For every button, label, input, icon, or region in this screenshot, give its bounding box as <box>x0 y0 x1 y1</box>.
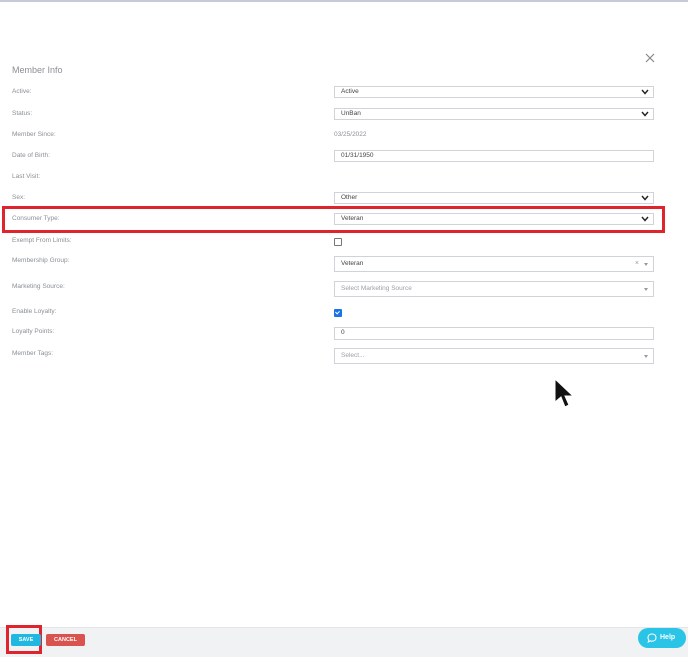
caret-down-icon <box>644 263 648 266</box>
marketing-source-label: Marketing Source: <box>12 283 65 290</box>
enable-loyalty-label: Enable Loyalty: <box>12 308 57 315</box>
member-tags-label: Member Tags: <box>12 350 54 357</box>
membership-group-value: Veteran <box>341 260 364 267</box>
sex-label: Sex: <box>12 194 26 201</box>
loyalty-points-label: Loyalty Points: <box>12 328 55 335</box>
consumer-type-value: Veteran <box>341 215 364 222</box>
sex-select[interactable]: Other <box>334 192 654 204</box>
caret-down-icon <box>644 288 648 291</box>
dob-value: 01/31/1950 <box>341 152 374 159</box>
marketing-source-select[interactable]: Select Marketing Source <box>334 281 654 297</box>
chevron-down-icon <box>641 195 649 201</box>
status-value: UnBan <box>341 110 361 117</box>
save-button[interactable]: SAVE <box>11 634 41 646</box>
membership-group-label: Membership Group: <box>12 257 70 264</box>
consumer-type-select[interactable]: Veteran <box>334 213 654 225</box>
member-tags-select[interactable]: Select... <box>334 348 654 364</box>
chevron-down-icon <box>641 216 649 222</box>
active-label: Active: <box>12 88 32 95</box>
last-visit-label: Last Visit: <box>12 173 41 180</box>
clear-icon[interactable]: × <box>635 257 639 271</box>
exempt-label: Exempt From Limits: <box>12 237 72 244</box>
member-since-label: Member Since: <box>12 131 56 138</box>
chevron-down-icon <box>641 89 649 95</box>
member-tags-placeholder: Select... <box>341 352 365 359</box>
active-value: Active <box>341 88 359 95</box>
dialog-title: Member Info <box>12 65 63 75</box>
mouse-pointer-icon <box>554 378 574 408</box>
active-select[interactable]: Active <box>334 86 654 98</box>
loyalty-points-value: 0 <box>341 329 345 336</box>
top-border <box>0 0 688 2</box>
help-button[interactable]: Help <box>638 628 686 648</box>
close-icon[interactable] <box>643 51 657 65</box>
cancel-button[interactable]: CANCEL <box>46 634 85 646</box>
enable-loyalty-checkbox[interactable] <box>334 309 342 317</box>
dob-label: Date of Birth: <box>12 152 50 159</box>
status-select[interactable]: UnBan <box>334 108 654 120</box>
consumer-type-label: Consumer Type: <box>12 215 60 222</box>
member-since-value: 03/25/2022 <box>334 131 367 138</box>
loyalty-points-input[interactable]: 0 <box>334 327 654 340</box>
membership-group-select[interactable]: Veteran × <box>334 256 654 272</box>
caret-down-icon <box>644 355 648 358</box>
chat-bubble-icon <box>647 633 657 643</box>
help-label: Help <box>660 634 676 641</box>
marketing-source-placeholder: Select Marketing Source <box>341 285 412 292</box>
dialog-footer <box>0 627 688 657</box>
sex-value: Other <box>341 194 358 201</box>
exempt-checkbox[interactable] <box>334 238 342 246</box>
chevron-down-icon <box>641 111 649 117</box>
dob-input[interactable]: 01/31/1950 <box>334 150 654 162</box>
status-label: Status: <box>12 110 33 117</box>
